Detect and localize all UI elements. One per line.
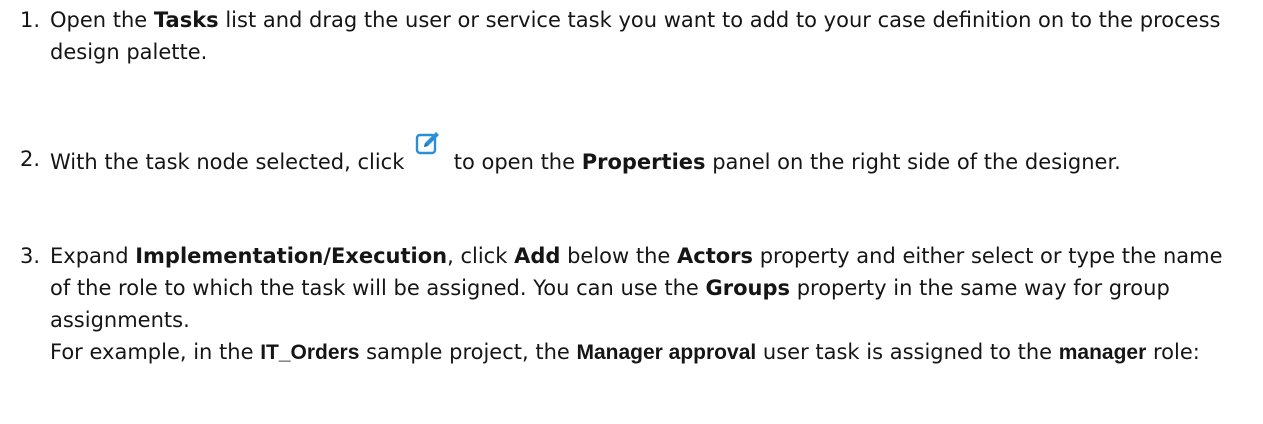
groups-label: Groups [705,276,791,300]
add-label: Add [514,244,561,268]
step-2: 2. With the task node selected, click to… [20,132,1245,178]
example-text: For example, in the IT_Orders sample pro… [50,340,1200,364]
step-number: 1. [20,8,41,32]
step-number: 2. [20,147,41,171]
step-number: 3. [20,244,41,268]
step-3: 3. Expand Implementation/Execution, clic… [20,240,1245,369]
tasks-label: Tasks [153,8,219,32]
manager-approval-label: Manager approval [576,341,757,364]
step-text: Open the Tasks list and drag the user or… [50,8,1221,64]
edit-icon[interactable] [415,129,441,157]
document-page: 1. Open the Tasks list and drag the user… [0,0,1263,424]
properties-label: Properties [581,150,706,174]
it-orders-label: IT_Orders [260,341,360,364]
step-text: With the task node selected, click to op… [50,132,1245,178]
implementation-execution-label: Implementation/Execution [135,244,448,268]
step-1: 1. Open the Tasks list and drag the user… [20,4,1245,68]
actors-label: Actors [677,244,754,268]
manager-label: manager [1058,341,1147,364]
step-text: Expand Implementation/Execution, click A… [50,244,1223,332]
